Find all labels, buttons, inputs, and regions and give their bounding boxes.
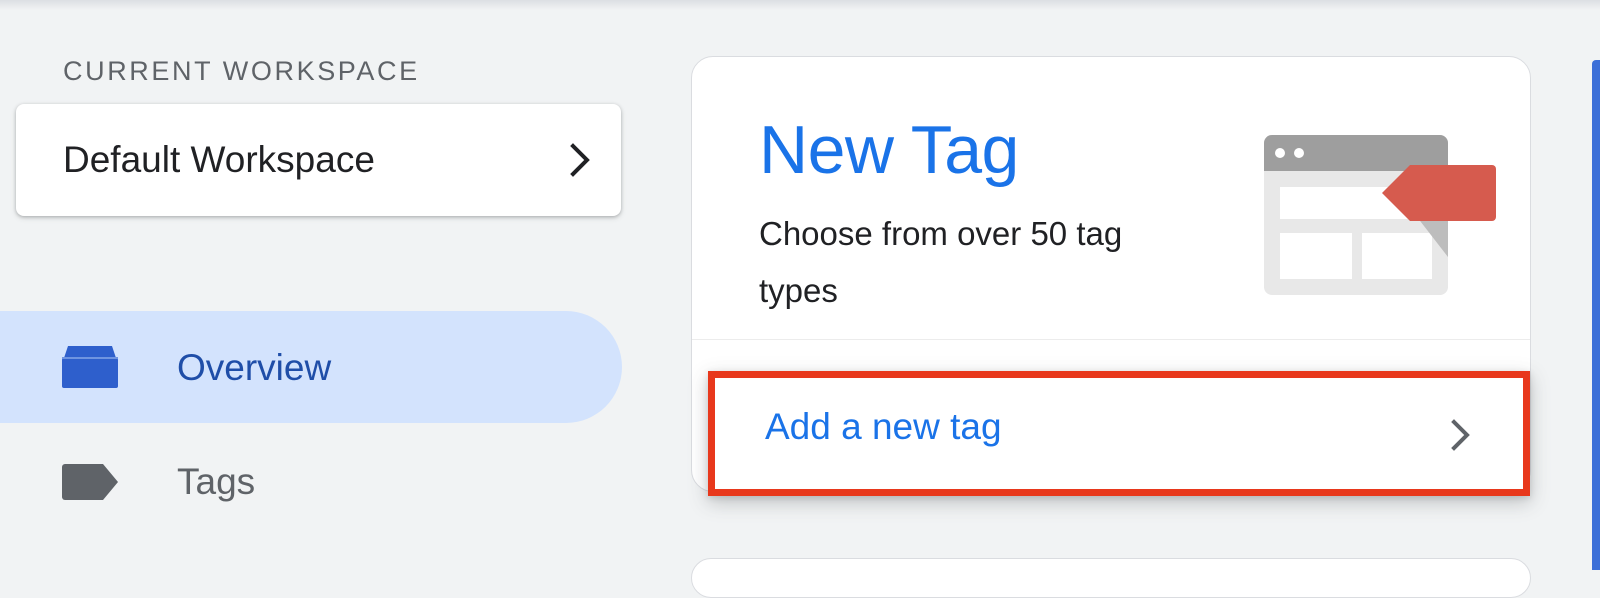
chevron-right-icon [570, 143, 590, 177]
sidebar-item-label: Overview [177, 347, 332, 388]
card-divider [692, 339, 1530, 340]
card-title: New Tag [759, 112, 1019, 188]
sidebar-item-tags[interactable]: Tags [0, 425, 622, 537]
right-edge-panel [1592, 60, 1600, 570]
workspace-name: Default Workspace [63, 139, 375, 180]
sidebar-item-overview[interactable]: Overview [0, 311, 622, 423]
overview-icon [62, 346, 118, 388]
next-card [691, 558, 1531, 598]
top-shadow [0, 0, 1600, 10]
workspace-selector[interactable]: Default Workspace [16, 104, 621, 216]
tag-browser-illustration [1264, 135, 1496, 295]
tag-icon [62, 464, 118, 500]
workspace-caption: CURRENT WORKSPACE [63, 56, 420, 86]
chevron-right-icon [1451, 419, 1470, 451]
card-description: Choose from over 50 tag types [759, 215, 1123, 309]
sidebar-item-label: Tags [177, 461, 256, 502]
add-new-tag-button[interactable]: Add a new tag [708, 371, 1530, 496]
add-new-tag-label: Add a new tag [765, 406, 1002, 447]
